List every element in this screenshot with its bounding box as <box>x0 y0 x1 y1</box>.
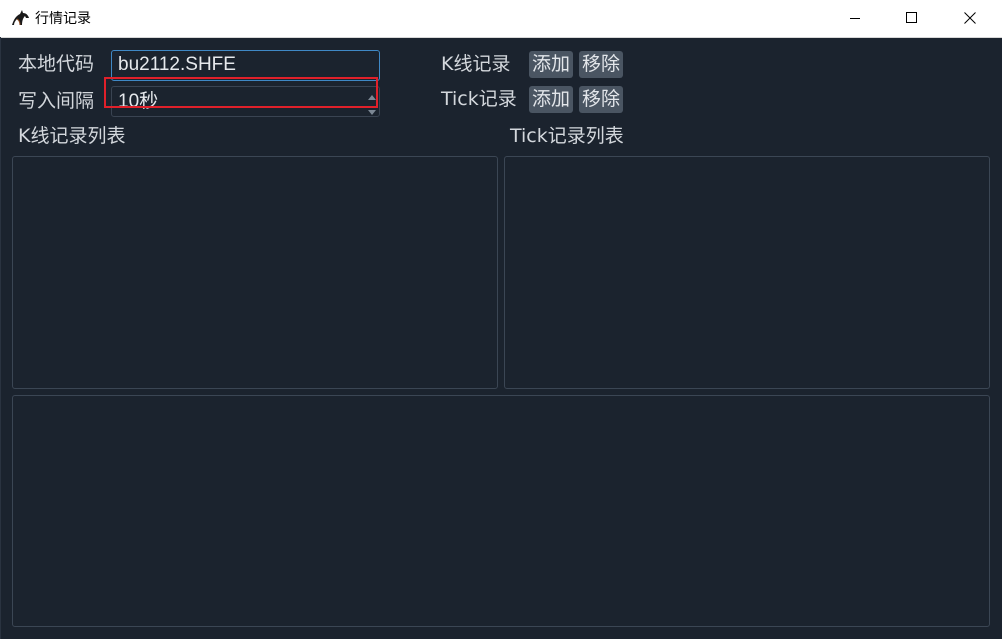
kline-record-list[interactable] <box>12 156 498 389</box>
interval-spin-buttons <box>366 87 378 116</box>
write-interval-spinbox[interactable]: 10秒 <box>111 86 380 117</box>
kline-remove-button[interactable]: 移除 <box>579 51 623 78</box>
close-button[interactable] <box>941 0 999 37</box>
left-edge <box>0 37 1 639</box>
tick-remove-button[interactable]: 移除 <box>579 86 623 113</box>
tick-list-title: Tick记录列表 <box>510 125 624 147</box>
app-window: 行情记录 本地代码 bu2112.SHFE 写入间隔 10秒 K线记录 添加 移… <box>0 0 1002 639</box>
close-icon <box>964 9 976 28</box>
tick-record-list[interactable] <box>504 156 990 389</box>
kline-list-title: K线记录列表 <box>18 125 126 147</box>
tick-record-label: Tick记录 <box>441 88 517 110</box>
chevron-down-icon <box>368 100 376 119</box>
minimize-icon <box>849 9 861 28</box>
horse-logo-icon <box>10 9 30 27</box>
maximize-icon <box>906 9 918 28</box>
title-bar[interactable]: 行情记录 <box>0 0 1002 38</box>
log-output-area[interactable] <box>12 395 990 627</box>
local-code-label: 本地代码 <box>18 53 95 75</box>
minimize-button[interactable] <box>826 0 884 37</box>
kline-add-button[interactable]: 添加 <box>529 51 573 78</box>
spin-down-button[interactable] <box>366 102 378 116</box>
kline-record-label: K线记录 <box>441 53 511 75</box>
window-title: 行情记录 <box>35 11 91 27</box>
maximize-button[interactable] <box>883 0 941 37</box>
write-interval-label: 写入间隔 <box>18 90 95 112</box>
local-code-input[interactable]: bu2112.SHFE <box>111 50 380 81</box>
tick-add-button[interactable]: 添加 <box>529 86 573 113</box>
